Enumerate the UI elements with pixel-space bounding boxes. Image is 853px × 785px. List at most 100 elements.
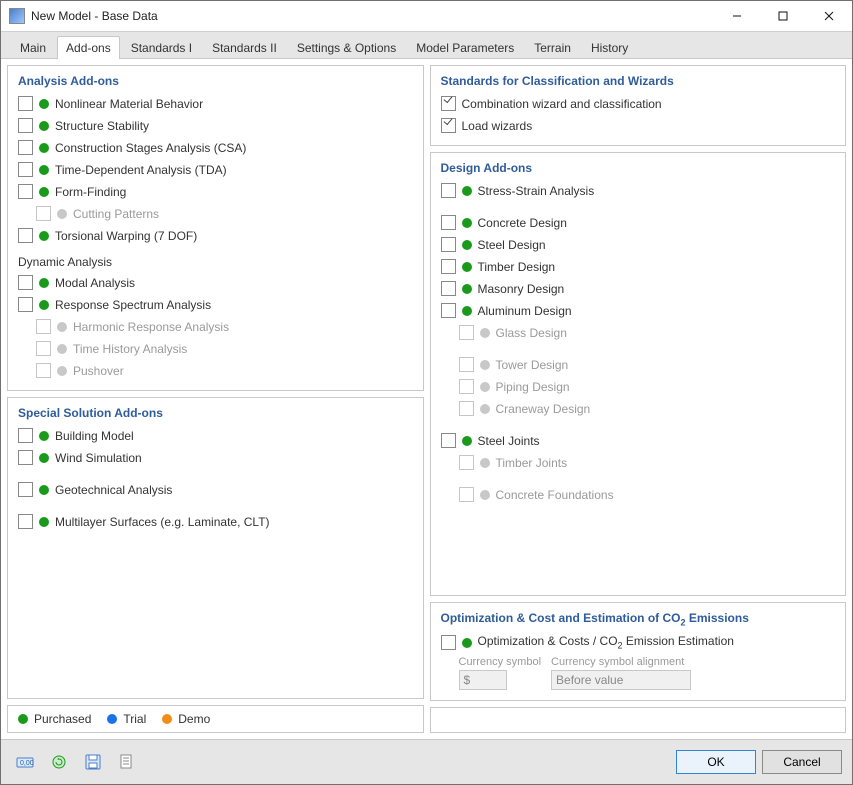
convert-icon[interactable] (45, 748, 73, 776)
status-dot (480, 404, 490, 414)
maximize-button[interactable] (760, 1, 806, 31)
checkbox[interactable] (18, 118, 33, 133)
checkbox[interactable] (441, 281, 456, 296)
option-label: Combination wizard and classification (462, 97, 662, 111)
addon-row: Wind Simulation (18, 448, 413, 467)
load-template-icon[interactable] (113, 748, 141, 776)
addon-row: Multilayer Surfaces (e.g. Laminate, CLT) (18, 512, 413, 531)
units-icon[interactable]: 0,00 (11, 748, 39, 776)
panel-design-addons: Design Add-ons Stress-Strain Analysis Conc… (430, 152, 847, 596)
checkbox (459, 487, 474, 502)
addon-row: Construction Stages Analysis (CSA) (18, 138, 413, 157)
addon-label: Steel Design (478, 238, 546, 252)
checkbox[interactable] (441, 237, 456, 252)
addon-label: Concrete Design (478, 216, 567, 230)
addon-row: Steel Joints (441, 431, 836, 450)
tab-standards-ii[interactable]: Standards II (203, 36, 286, 59)
checkbox[interactable] (18, 428, 33, 443)
checkbox[interactable] (18, 297, 33, 312)
status-dot (39, 278, 49, 288)
addon-row: Optimization & Costs / CO2 Emission Esti… (441, 633, 836, 652)
alignment-select: Before value (551, 670, 691, 690)
checkbox[interactable] (18, 482, 33, 497)
tab-bar: MainAdd-onsStandards IStandards IISettin… (1, 32, 852, 59)
tab-model-parameters[interactable]: Model Parameters (407, 36, 523, 59)
alignment-label: Currency symbol alignment (551, 656, 691, 668)
status-dot (462, 262, 472, 272)
checkbox[interactable] (18, 96, 33, 111)
checkbox[interactable] (18, 450, 33, 465)
status-dot (39, 143, 49, 153)
checkbox (459, 379, 474, 394)
save-template-icon[interactable] (79, 748, 107, 776)
checkbox[interactable] (18, 514, 33, 529)
status-dot (162, 714, 172, 724)
addon-label: Aluminum Design (478, 304, 572, 318)
status-dot (39, 517, 49, 527)
left-column: Analysis Add-onsNonlinear Material Behav… (7, 65, 424, 733)
content-area: Analysis Add-onsNonlinear Material Behav… (1, 59, 852, 739)
status-dot (39, 300, 49, 310)
status-dot (39, 453, 49, 463)
status-dot (462, 240, 472, 250)
addon-row: Stress-Strain Analysis (441, 181, 836, 200)
checkbox[interactable] (18, 228, 33, 243)
addon-label: Timber Design (478, 260, 556, 274)
tab-settings-options[interactable]: Settings & Options (288, 36, 405, 59)
close-button[interactable] (806, 1, 852, 31)
checkbox (36, 363, 51, 378)
panel-standards-wizards: Standards for Classification and Wizards… (430, 65, 847, 146)
checkbox[interactable] (441, 118, 456, 133)
panel-special-solution: Special Solution Add-ons Building Model Wi… (7, 397, 424, 699)
checkbox[interactable] (441, 433, 456, 448)
option-row: Load wizards (441, 116, 836, 135)
addon-label: Piping Design (496, 380, 570, 394)
addon-row: Steel Design (441, 235, 836, 254)
window-controls (714, 1, 852, 31)
checkbox[interactable] (441, 183, 456, 198)
addon-row: Time History Analysis (36, 339, 413, 358)
status-dot (57, 344, 67, 354)
checkbox (36, 341, 51, 356)
addon-row: Nonlinear Material Behavior (18, 94, 413, 113)
checkbox[interactable] (441, 259, 456, 274)
addon-label: Construction Stages Analysis (CSA) (55, 141, 246, 155)
option-label: Load wizards (462, 119, 533, 133)
legend: PurchasedTrialDemo (7, 705, 424, 733)
addon-row: Harmonic Response Analysis (36, 317, 413, 336)
addon-row: Timber Design (441, 257, 836, 276)
option-row: Combination wizard and classification (441, 94, 836, 113)
status-dot (39, 121, 49, 131)
checkbox (36, 206, 51, 221)
checkbox[interactable] (18, 162, 33, 177)
tab-terrain[interactable]: Terrain (525, 36, 580, 59)
panel-title: Design Add-ons (441, 161, 836, 175)
addon-label: Form-Finding (55, 185, 126, 199)
cancel-button[interactable]: Cancel (762, 750, 842, 774)
checkbox[interactable] (18, 275, 33, 290)
addon-label: Nonlinear Material Behavior (55, 97, 203, 111)
addon-label: Multilayer Surfaces (e.g. Laminate, CLT) (55, 515, 270, 529)
checkbox[interactable] (441, 96, 456, 111)
checkbox[interactable] (441, 215, 456, 230)
checkbox[interactable] (18, 184, 33, 199)
checkbox[interactable] (441, 303, 456, 318)
tab-history[interactable]: History (582, 36, 637, 59)
checkbox[interactable] (18, 140, 33, 155)
minimize-button[interactable] (714, 1, 760, 31)
bottom-bar: 0,00 OK Cancel (1, 739, 852, 784)
legend-item-demo: Demo (162, 712, 210, 726)
status-dot (462, 638, 472, 648)
checkbox[interactable] (441, 635, 456, 650)
tab-add-ons[interactable]: Add-ons (57, 36, 120, 59)
addon-label: Response Spectrum Analysis (55, 298, 211, 312)
panel-title: Special Solution Add-ons (18, 406, 413, 420)
ok-button[interactable]: OK (676, 750, 756, 774)
addon-label: Time-Dependent Analysis (TDA) (55, 163, 227, 177)
tab-main[interactable]: Main (11, 36, 55, 59)
tab-standards-i[interactable]: Standards I (122, 36, 201, 59)
legend-label: Purchased (34, 712, 91, 726)
addon-label: Stress-Strain Analysis (478, 184, 595, 198)
addon-label: Building Model (55, 429, 134, 443)
addon-label: Modal Analysis (55, 276, 135, 290)
